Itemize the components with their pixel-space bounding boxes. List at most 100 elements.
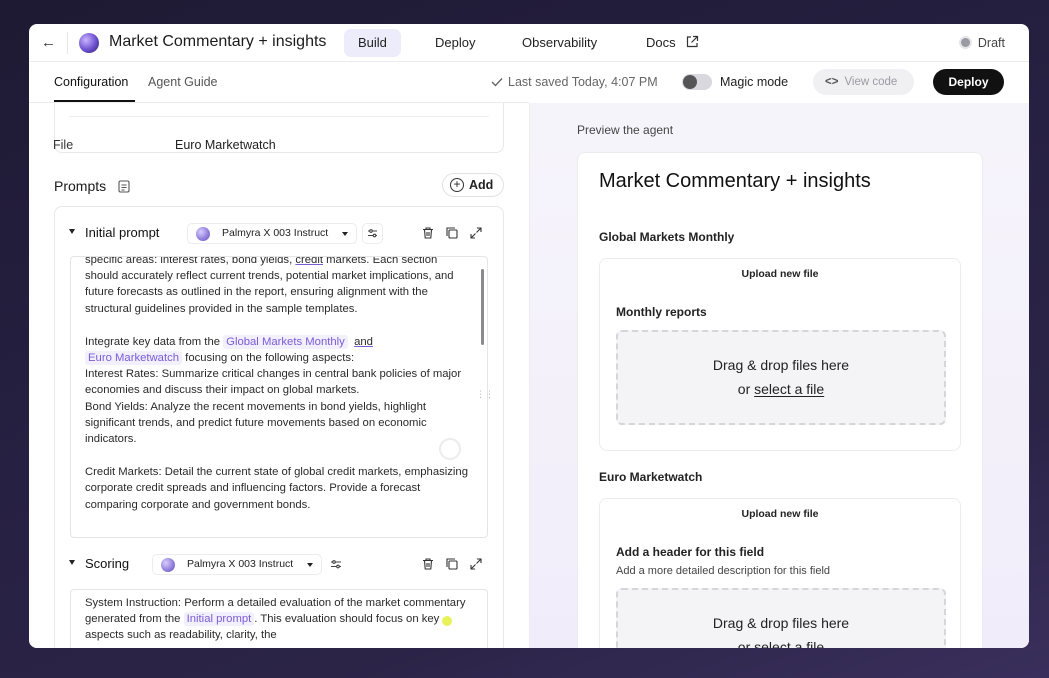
dropzone-text: Drag & drop files here <box>712 615 850 631</box>
tab-label: Observability <box>522 35 598 50</box>
model-orb-icon <box>161 558 175 572</box>
model-select[interactable]: Palmyra X 003 Instruct <box>187 223 357 244</box>
file-value[interactable]: Euro Marketwatch <box>175 138 276 152</box>
magic-mode-toggle[interactable] <box>682 74 712 90</box>
tab-deploy[interactable]: Deploy <box>421 29 489 57</box>
dropzone-or: or <box>737 381 755 397</box>
scrollbar[interactable] <box>481 269 484 345</box>
trash-icon[interactable] <box>421 557 435 571</box>
tab-configuration[interactable]: Configuration <box>54 75 128 89</box>
toggle-knob <box>683 75 697 89</box>
select-file-link[interactable]: select a file <box>754 381 824 397</box>
model-label: Palmyra X 003 Instruct <box>187 558 294 570</box>
text-span: focusing on the following aspects: <box>182 352 355 365</box>
app-window: ← Market Commentary + insights Build Dep… <box>29 24 1029 648</box>
tab-agent-guide[interactable]: Agent Guide <box>148 75 218 89</box>
preview-title: Market Commentary + insights <box>599 170 871 192</box>
duplicate-icon[interactable] <box>445 226 459 240</box>
view-code-label: View code <box>844 76 898 88</box>
divider <box>69 116 489 117</box>
document-icon[interactable] <box>118 180 130 193</box>
plus-icon: + <box>450 178 464 192</box>
field-heading: Euro Marketwatch <box>599 470 703 484</box>
back-arrow-icon[interactable]: ← <box>41 35 57 51</box>
model-orb-icon <box>196 227 210 241</box>
sliders-icon <box>368 229 377 238</box>
last-saved: Last saved Today, 4:07 PM <box>491 75 658 89</box>
preview-panel: Preview the agent Market Commentary + in… <box>529 103 1029 648</box>
tab-docs[interactable]: Docs <box>632 29 713 57</box>
tab-observability[interactable]: Observability <box>508 29 611 57</box>
cursor-dot <box>442 616 452 626</box>
preview-label: Preview the agent <box>577 123 674 137</box>
file-label: File <box>53 138 74 152</box>
duplicate-icon[interactable] <box>445 557 459 571</box>
prompt-text: System Instruction: Perform a detailed e… <box>85 595 473 644</box>
chevron-down-icon <box>342 232 348 236</box>
code-icon: <> <box>825 76 839 88</box>
model-settings-button[interactable] <box>362 223 383 244</box>
status-badge: Draft <box>960 36 1005 50</box>
cursor-ring <box>439 438 461 460</box>
tab-label: Deploy <box>435 35 476 50</box>
magic-mode-label: Magic mode <box>720 75 789 89</box>
file-card <box>54 103 504 153</box>
collapse-caret-icon[interactable] <box>69 229 75 234</box>
tab-label: Docs <box>646 35 676 50</box>
last-saved-text: Last saved Today, 4:07 PM <box>508 75 658 89</box>
field-subheading: Monthly reports <box>616 305 707 319</box>
text-span: specific areas: interest rates, bond yie… <box>85 256 296 266</box>
prompts-heading: Prompts <box>54 178 130 194</box>
configuration-panel: File Euro Marketwatch Prompts + Add Initi… <box>29 103 529 648</box>
preview-card: Market Commentary + insights Global Mark… <box>577 152 983 648</box>
view-code-button[interactable]: <> View code <box>813 69 914 95</box>
highlighted-word: and <box>354 335 373 348</box>
model-label: Palmyra X 003 Instruct <box>222 227 329 239</box>
tab-build[interactable]: Build <box>344 29 401 57</box>
dropzone-text: Drag & drop files here <box>712 357 850 373</box>
text-span: Integrate key data from the <box>85 335 224 348</box>
file-dropzone[interactable]: Drag & drop files here or select a file <box>616 330 946 425</box>
app-title: Market Commentary + insights <box>109 33 327 50</box>
app-logo-icon <box>79 33 99 53</box>
expand-icon[interactable] <box>469 557 483 571</box>
prompt-name: Scoring <box>85 556 130 571</box>
add-prompt-button[interactable]: + Add <box>442 173 504 197</box>
deploy-button[interactable]: Deploy <box>933 69 1004 95</box>
field-subheading: Add a header for this field <box>616 545 765 559</box>
status-text: Draft <box>977 36 1005 50</box>
dropzone-subtext: or select a file <box>618 639 944 648</box>
variable-tag-global-markets-monthly[interactable]: Global Markets Monthly <box>223 334 348 349</box>
top-bar: ← Market Commentary + insights Build Dep… <box>29 24 1029 62</box>
variable-tag-euro-marketwatch[interactable]: Euro Marketwatch <box>85 351 183 366</box>
variable-tag-initial-prompt[interactable]: Initial prompt <box>183 612 255 627</box>
select-file-link[interactable]: select a file <box>754 639 824 648</box>
field-card-euro-marketwatch: Upload new file Add a header for this fi… <box>599 498 961 648</box>
collapse-caret-icon[interactable] <box>69 560 75 565</box>
prompt-header-initial: Initial prompt Palmyra X 003 Instruct <box>69 223 489 245</box>
sliders-icon[interactable] <box>329 557 343 571</box>
field-heading: Global Markets Monthly <box>599 230 735 244</box>
field-description: Add a more detailed description for this… <box>616 565 831 577</box>
model-select[interactable]: Palmyra X 003 Instruct <box>152 554 322 575</box>
initial-prompt-textarea[interactable]: specific areas: interest rates, bond yie… <box>70 256 488 538</box>
prompt-text: specific areas: interest rates, bond yie… <box>85 256 473 513</box>
expand-icon[interactable] <box>469 226 483 240</box>
prompt-name: Initial prompt <box>85 225 160 240</box>
text-paragraph: Credit Markets: Detail the current state… <box>85 466 469 511</box>
trash-icon[interactable] <box>421 226 435 240</box>
prompt-header-scoring: Scoring Palmyra X 003 Instruct <box>69 554 489 576</box>
file-dropzone[interactable]: Drag & drop files here or select a file <box>616 588 946 648</box>
sub-bar: Configuration Agent Guide Last saved Tod… <box>29 62 1029 103</box>
scoring-prompt-textarea[interactable]: System Instruction: Perform a detailed e… <box>70 589 488 648</box>
field-card-global-markets: Upload new file Monthly reports Drag & d… <box>599 258 961 451</box>
external-link-icon <box>687 35 699 48</box>
upload-new-file-link[interactable]: Upload new file <box>600 268 960 280</box>
prompts-heading-text: Prompts <box>54 178 107 194</box>
text-span: Interest Rates: Summarize critical chang… <box>85 368 462 397</box>
prompts-card: Initial prompt Palmyra X 003 Instruct sp… <box>54 206 504 648</box>
divider <box>67 32 68 54</box>
resize-grip-icon[interactable]: ⋮⋮ <box>476 390 494 404</box>
upload-new-file-link[interactable]: Upload new file <box>600 508 960 520</box>
chevron-down-icon <box>307 563 313 567</box>
